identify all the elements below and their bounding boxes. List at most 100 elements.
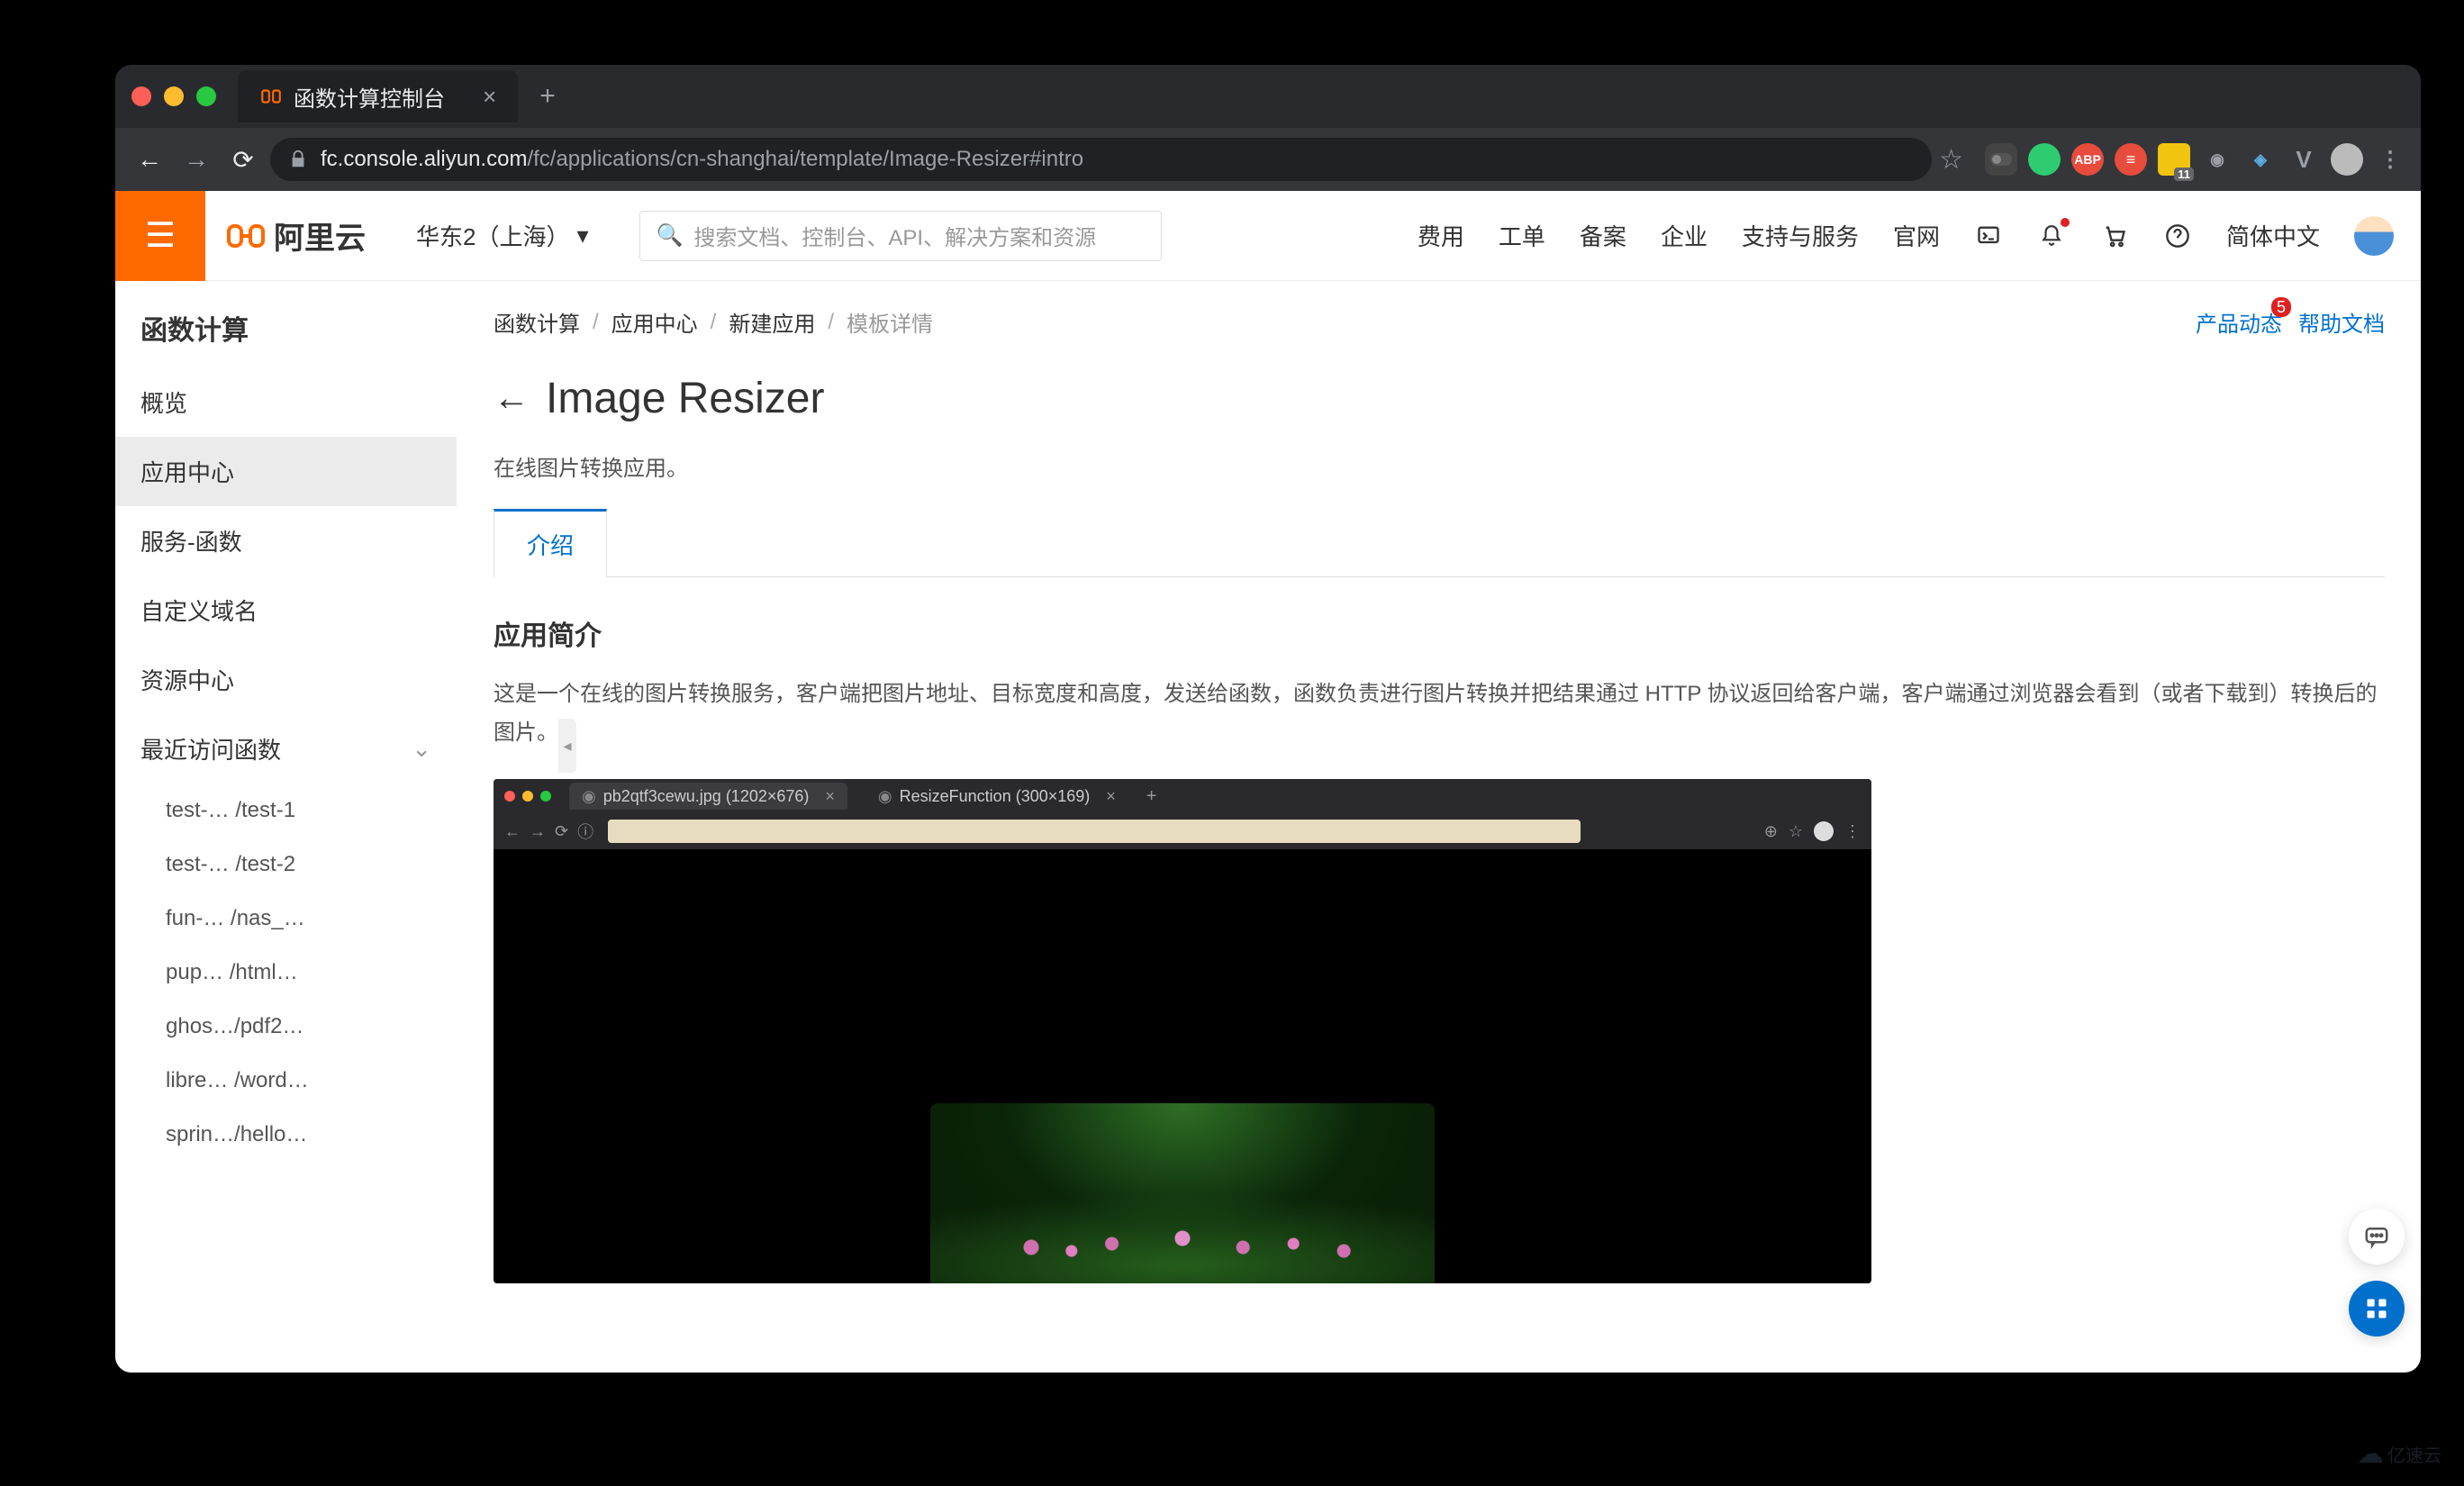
tab-intro[interactable]: 介绍	[494, 509, 607, 577]
main-content: 函数计算 / 应用中心 / 新建应用 / 模板详情 产品动态 5 帮助文档	[457, 281, 2421, 1373]
logo[interactable]: 阿里云	[205, 213, 387, 258]
chat-fab-button[interactable]	[2349, 1209, 2405, 1264]
breadcrumb-sep: /	[593, 310, 599, 335]
browser-window: 函数计算控制台 × + ← → ⟳ fc.console.aliyun.com/…	[115, 65, 2421, 1373]
demo-back-icon: ←	[504, 822, 521, 841]
breadcrumb: 函数计算 / 应用中心 / 新建应用 / 模板详情 产品动态 5 帮助文档	[494, 306, 2385, 338]
nav-official[interactable]: 官网	[1893, 219, 1940, 252]
section-title: 应用简介	[494, 613, 2385, 653]
traffic-lights	[131, 86, 216, 106]
sidebar-recent-item[interactable]: pup… /html…	[115, 946, 457, 1000]
ext-v-icon[interactable]: V	[2287, 143, 2320, 176]
logo-icon	[227, 217, 265, 255]
demo-tab-2: ◉ ResizeFunction (300×169) ×	[865, 783, 1128, 810]
breadcrumb-current: 模板详情	[847, 306, 933, 338]
minimize-window-button[interactable]	[164, 86, 184, 106]
demo-min-icon	[522, 791, 533, 802]
browser-tab[interactable]: 函数计算控制台 ×	[238, 70, 518, 122]
new-tab-button[interactable]: +	[521, 81, 574, 112]
search-input[interactable]: 🔍 搜索文档、控制台、API、解决方案和资源	[639, 211, 1162, 261]
nav-fee[interactable]: 费用	[1418, 219, 1464, 252]
demo-url-bar	[608, 820, 1581, 843]
titlebar: 函数计算控制台 × +	[115, 65, 2421, 128]
demo-globe-icon: ◉	[878, 787, 892, 806]
ext-icon-2[interactable]	[2028, 143, 2061, 176]
search-icon: 🔍	[657, 222, 684, 249]
cloudshell-icon[interactable]	[1974, 222, 2003, 250]
ext-icon-1[interactable]	[1985, 143, 2017, 176]
page-title: Image Resizer	[546, 374, 824, 423]
reload-button[interactable]: ⟳	[223, 140, 263, 179]
forward-button[interactable]: →	[177, 140, 216, 179]
sidebar-item-appcenter[interactable]: 应用中心	[115, 437, 457, 506]
user-avatar[interactable]	[2354, 216, 2394, 256]
close-window-button[interactable]	[131, 86, 151, 106]
sidebar-item-service[interactable]: 服务-函数	[115, 506, 457, 575]
region-selector[interactable]: 华东2（上海） ▾	[387, 219, 618, 252]
sidebar-item-resource[interactable]: 资源中心	[115, 645, 457, 714]
chevron-down-icon: ▾	[576, 222, 588, 249]
url-input[interactable]: fc.console.aliyun.com/fc/applications/cn…	[270, 138, 1932, 181]
sidebar-collapse-handle[interactable]: ◂	[558, 719, 576, 773]
sidebar-recent-item[interactable]: test-… /test-2	[115, 838, 457, 892]
demo-close-icon	[504, 791, 515, 802]
region-label: 华东2（上海）	[416, 219, 569, 252]
url-domain: fc.console.aliyun.com	[321, 147, 527, 172]
page-content: ☰ 阿里云 华东2（上海） ▾ 🔍 搜索文档、控制台、API、解决方案和资源 费…	[115, 191, 2421, 1373]
address-bar: ← → ⟳ fc.console.aliyun.com/fc/applicati…	[115, 128, 2421, 191]
tabs: 介绍	[494, 509, 2385, 577]
demo-menu-icon: ⋮	[1844, 822, 1861, 841]
sidebar-item-domain[interactable]: 自定义域名	[115, 575, 457, 645]
tab-favicon-icon	[259, 85, 283, 108]
nav-enterprise[interactable]: 企业	[1661, 219, 1708, 252]
sidebar-recent-header[interactable]: 最近访问函数 ⌄	[115, 714, 457, 784]
tab-title: 函数计算控制台	[294, 81, 445, 113]
demo-info-icon: ⓘ	[577, 820, 593, 843]
tab-close-icon[interactable]: ×	[483, 83, 496, 111]
breadcrumb-link[interactable]: 应用中心	[611, 306, 698, 338]
sidebar: 函数计算 概览 应用中心 服务-函数 自定义域名 资源中心 最近访问函数 ⌄ t…	[115, 281, 457, 1373]
bookmark-star-icon[interactable]: ☆	[1939, 144, 1963, 176]
sidebar-recent-item[interactable]: ghos…/pdf2…	[115, 1000, 457, 1054]
language-selector[interactable]: 简体中文	[2226, 219, 2320, 252]
breadcrumb-sep: /	[828, 310, 834, 335]
cart-icon[interactable]	[2100, 222, 2129, 250]
ext-diamond-icon[interactable]: ◈	[2244, 143, 2277, 176]
chevron-down-icon: ⌄	[412, 735, 431, 763]
bell-icon[interactable]	[2037, 222, 2066, 250]
product-notice-link[interactable]: 产品动态 5	[2196, 306, 2282, 338]
sidebar-recent-item[interactable]: test-… /test-1	[115, 784, 457, 838]
apps-fab-button[interactable]	[2349, 1281, 2405, 1336]
demo-tab-close-icon: ×	[1106, 787, 1116, 806]
demo-tab-close-icon: ×	[825, 787, 835, 806]
section-desc: 这是一个在线的图片转换服务，客户端把图片地址、目标宽度和高度，发送给函数，函数负…	[494, 675, 2385, 752]
ext-abp-icon[interactable]: ABP	[2071, 143, 2104, 176]
ext-icon-4[interactable]: ≡	[2115, 143, 2147, 176]
demo-screenshot: ◉ pb2qtf3cewu.jpg (1202×676) × ◉ ResizeF…	[494, 779, 1871, 1283]
sidebar-recent-item[interactable]: libre… /word…	[115, 1054, 457, 1108]
nav-beian[interactable]: 备案	[1580, 219, 1626, 252]
browser-menu-icon[interactable]: ⋮	[2374, 143, 2406, 176]
breadcrumb-link[interactable]: 新建应用	[729, 306, 815, 338]
ext-icon-5[interactable]: 11	[2158, 143, 2190, 176]
breadcrumb-link[interactable]: 函数计算	[494, 306, 580, 338]
sidebar-recent-item[interactable]: fun-… /nas_…	[115, 892, 457, 946]
hamburger-menu-button[interactable]: ☰	[115, 191, 205, 281]
nav-support[interactable]: 支持与服务	[1742, 219, 1859, 252]
demo-fwd-icon: →	[530, 822, 546, 841]
page-title-row: ← Image Resizer	[494, 374, 2385, 423]
sidebar-item-overview[interactable]: 概览	[115, 367, 457, 437]
help-doc-link[interactable]: 帮助文档	[2298, 306, 2385, 338]
ext-camera-icon[interactable]: ◉	[2201, 143, 2233, 176]
nav-ticket[interactable]: 工单	[1499, 219, 1545, 252]
console-header: ☰ 阿里云 华东2（上海） ▾ 🔍 搜索文档、控制台、API、解决方案和资源 费…	[115, 191, 2421, 281]
maximize-window-button[interactable]	[196, 86, 216, 106]
help-icon[interactable]	[2163, 222, 2192, 250]
demo-avatar-icon	[1814, 821, 1834, 841]
sidebar-recent-item[interactable]: sprin…/hello…	[115, 1108, 457, 1162]
sidebar-recent-label: 最近访问函数	[140, 732, 281, 766]
back-arrow-icon[interactable]: ←	[494, 378, 530, 419]
watermark: 亿速云	[2345, 1432, 2453, 1475]
profile-avatar[interactable]	[2331, 143, 2363, 176]
back-button[interactable]: ←	[130, 140, 169, 179]
